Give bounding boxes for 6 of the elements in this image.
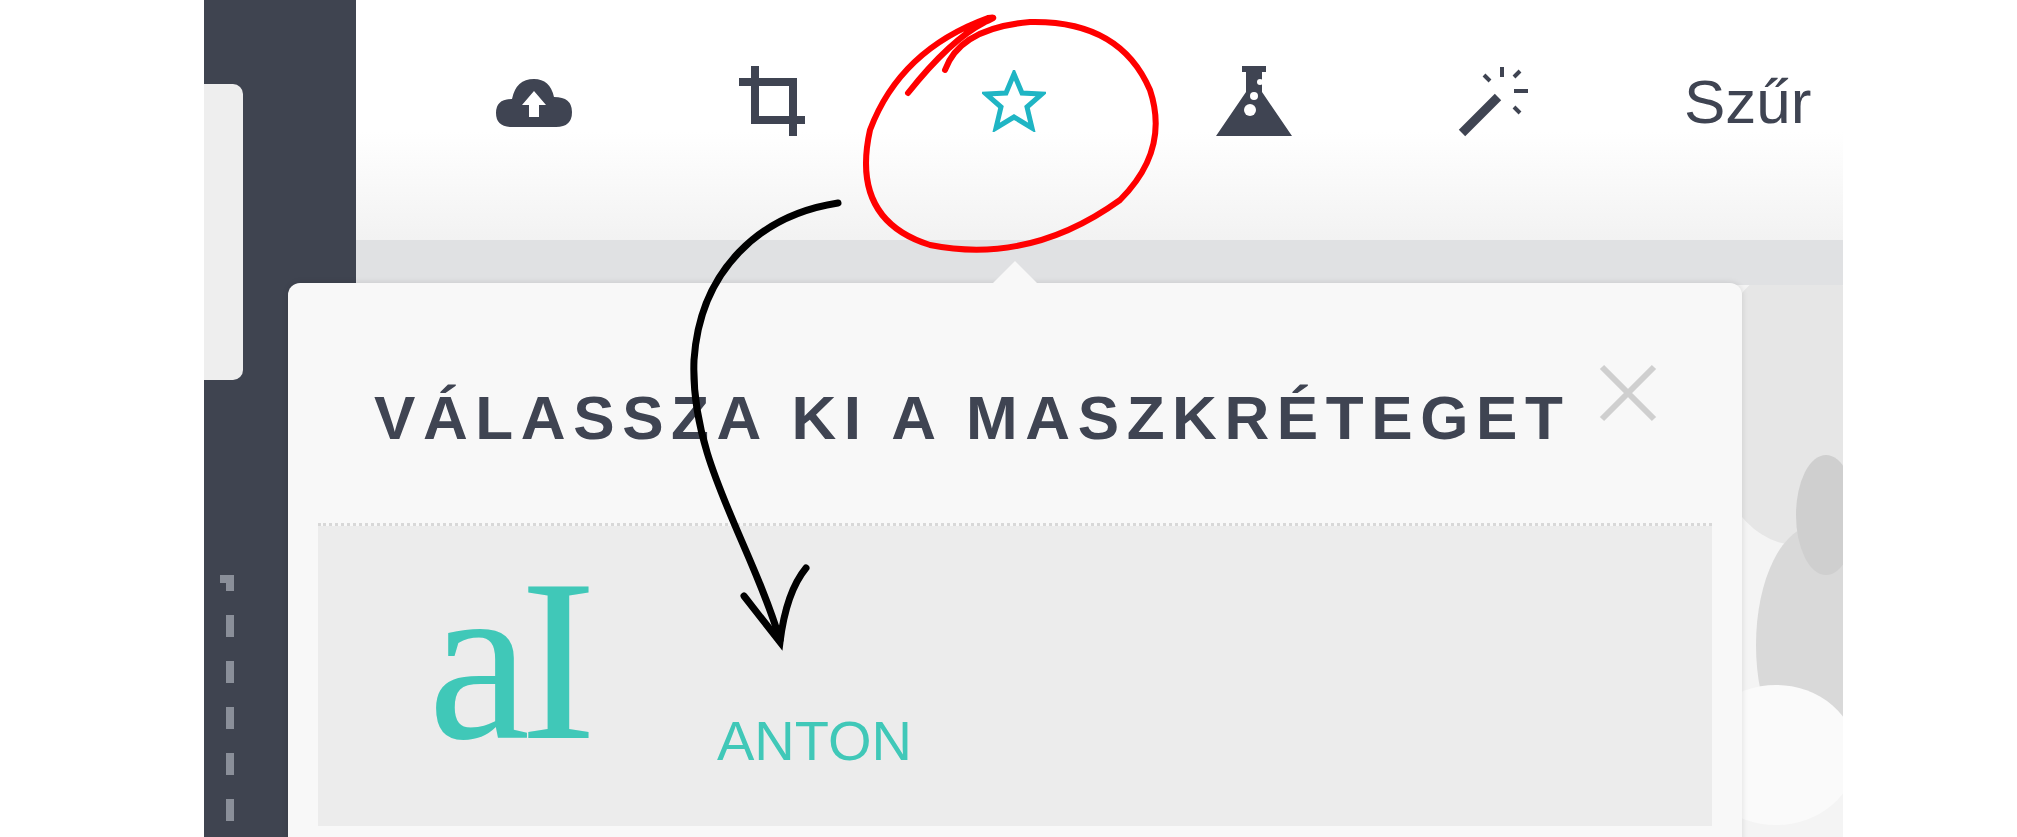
flask-icon bbox=[1216, 66, 1292, 136]
star-icon bbox=[982, 70, 1046, 132]
filter-tab[interactable]: Szűr bbox=[1614, 56, 1843, 146]
font-name: ANTON bbox=[717, 708, 912, 773]
magic-wand-icon bbox=[1458, 65, 1530, 137]
font-logo: aI bbox=[428, 556, 589, 766]
